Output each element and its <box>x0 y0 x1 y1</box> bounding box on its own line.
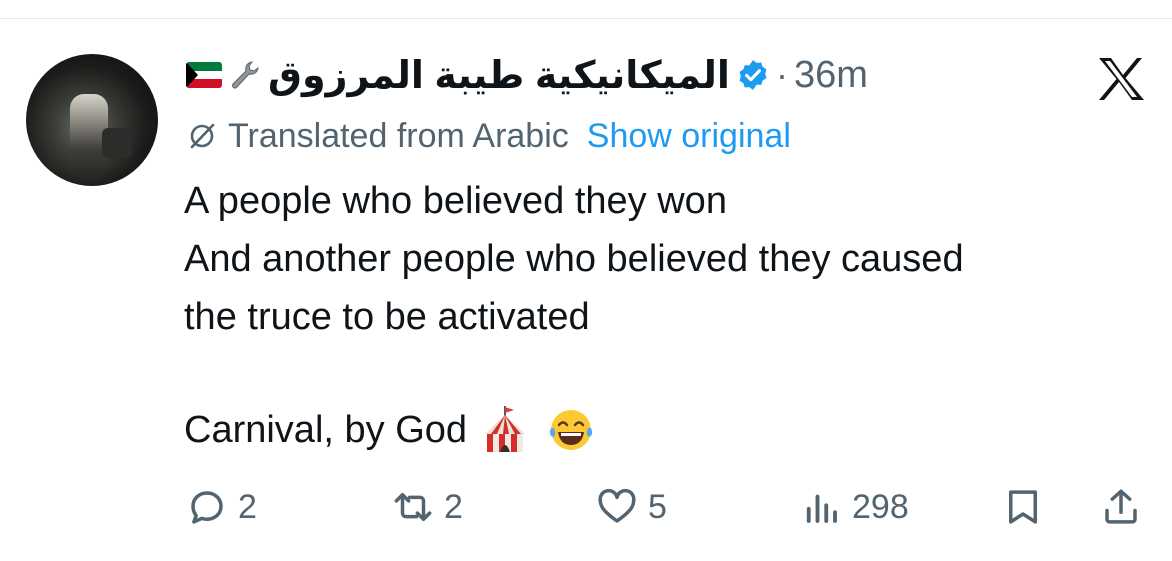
bookmark-icon <box>1009 490 1037 524</box>
tweet-text-line: And another people who believed they cau… <box>184 238 964 280</box>
repost-icon <box>394 493 432 521</box>
reply-button[interactable]: 2 <box>186 484 257 530</box>
closing-text: Carnival, by God <box>184 408 468 451</box>
translation-row: Translated from Arabic Show original <box>186 114 791 158</box>
wrench-icon <box>232 61 259 89</box>
time-separator: · <box>775 54 788 95</box>
tweet-text: A people who believed they won And anoth… <box>184 172 1144 346</box>
tweet-text-line: the truce to be activated <box>184 296 590 338</box>
share-button[interactable] <box>1100 484 1142 530</box>
x-logo-icon[interactable] <box>1096 56 1146 102</box>
repost-count: 2 <box>444 487 463 526</box>
display-name[interactable]: الميكانيكية طيبة المرزوق <box>268 53 730 98</box>
reply-icon <box>191 491 223 524</box>
reply-count: 2 <box>238 487 257 526</box>
circus-tent-icon <box>485 406 526 452</box>
verified-badge-icon <box>739 60 767 90</box>
views-count: 298 <box>852 487 909 526</box>
translation-notice: Translated from Arabic <box>228 116 569 155</box>
laughing-tears-icon <box>549 410 593 450</box>
top-divider <box>0 18 1172 19</box>
globe-slash-icon <box>190 123 215 149</box>
kuwait-flag-icon <box>186 62 222 88</box>
views-button[interactable]: 298 <box>800 484 909 530</box>
tweet-header: الميكانيكية طيبة المرزوق · 36m <box>186 50 868 100</box>
avatar[interactable] <box>26 54 158 186</box>
views-icon <box>806 494 837 523</box>
tweet-closing-line: Carnival, by God <box>184 402 595 458</box>
timestamp[interactable]: 36m <box>794 54 868 97</box>
like-count: 5 <box>648 487 667 526</box>
tweet-text-line: A people who believed they won <box>184 180 727 222</box>
repost-button[interactable]: 2 <box>392 484 463 530</box>
avatar-object <box>102 128 132 158</box>
show-original-link[interactable]: Show original <box>587 117 791 156</box>
like-icon <box>598 488 636 523</box>
like-button[interactable]: 5 <box>596 484 667 530</box>
bookmark-button[interactable] <box>1002 484 1044 530</box>
share-icon <box>1105 489 1137 524</box>
